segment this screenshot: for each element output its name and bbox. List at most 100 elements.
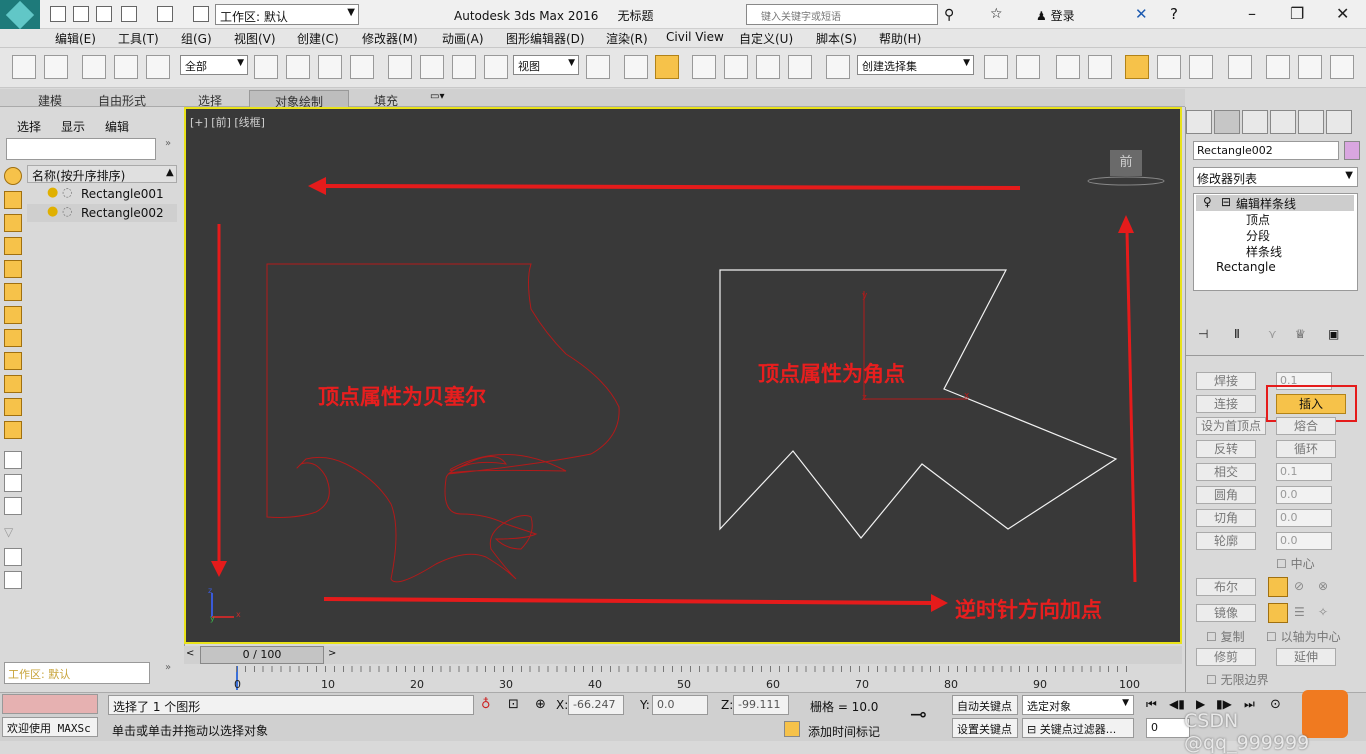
- reference-coordinate-dropdown[interactable]: 视图 ▼: [513, 55, 579, 75]
- restore-icon[interactable]: ❐: [1290, 4, 1304, 23]
- y-coordinate-field[interactable]: 0.0: [652, 695, 708, 715]
- display-spacewarps-icon[interactable]: [4, 306, 22, 324]
- stack-sub-spline[interactable]: 样条线: [1246, 243, 1282, 260]
- prev-frame-icon[interactable]: <: [186, 648, 194, 659]
- subtraction-icon[interactable]: ⊘: [1294, 579, 1304, 593]
- menu-create[interactable]: 创建(C): [297, 30, 339, 47]
- display-geometry-icon[interactable]: [4, 191, 22, 209]
- display-frozen-icon[interactable]: [4, 421, 22, 439]
- intersect-threshold-field[interactable]: 0.1: [1276, 463, 1332, 481]
- menu-views[interactable]: 视图(V): [234, 30, 276, 47]
- x-coordinate-field[interactable]: -66.247: [568, 695, 624, 715]
- reverse-button[interactable]: 反转: [1196, 440, 1256, 458]
- menu-rendering[interactable]: 渲染(R): [606, 30, 648, 47]
- search-input[interactable]: 键入关键字或短语: [746, 4, 938, 25]
- display-dependents-icon[interactable]: [4, 497, 22, 515]
- weld-button[interactable]: 焊接: [1196, 372, 1256, 390]
- scene-list-header[interactable]: 名称(按升序排序): [27, 165, 177, 183]
- cross-insert-button[interactable]: 相交: [1196, 463, 1256, 481]
- render-icon[interactable]: [1330, 55, 1354, 79]
- viewcube[interactable]: 前: [1110, 150, 1142, 176]
- chamfer-button[interactable]: 切角: [1196, 509, 1256, 527]
- make-first-button[interactable]: 设为首顶点: [1196, 417, 1266, 435]
- stack-base-rectangle[interactable]: Rectangle: [1216, 260, 1276, 274]
- menu-tools[interactable]: 工具(T): [118, 30, 159, 47]
- snap-3d-icon[interactable]: [692, 55, 716, 79]
- modify-tab-icon[interactable]: [1214, 110, 1240, 134]
- pin-stack-icon[interactable]: ⊣: [1198, 327, 1208, 341]
- display-children-icon[interactable]: [4, 451, 22, 469]
- spinner-snap-icon[interactable]: [788, 55, 812, 79]
- minimize-icon[interactable]: –: [1248, 4, 1256, 23]
- layer-dropdown[interactable]: 工作区: 默认: [4, 662, 150, 684]
- freeze-icon[interactable]: ◌: [62, 204, 72, 218]
- render-setup-icon[interactable]: [1266, 55, 1290, 79]
- go-to-start-icon[interactable]: ⏮: [1146, 697, 1157, 712]
- select-by-name-icon[interactable]: [286, 55, 310, 79]
- layer-explorer-icon[interactable]: [1056, 55, 1080, 79]
- light-bulb-icon[interactable]: ●: [47, 185, 58, 200]
- outline-width-field[interactable]: 0.0: [1276, 532, 1332, 550]
- align-icon[interactable]: [1016, 55, 1040, 79]
- named-selection-dropdown[interactable]: 创建选择集 ▼: [857, 55, 974, 75]
- place-icon[interactable]: [484, 55, 508, 79]
- binoculars-icon[interactable]: ⚲: [944, 7, 954, 23]
- light-bulb-icon[interactable]: ♀: [1203, 195, 1212, 209]
- menu-help[interactable]: 帮助(H): [879, 30, 921, 47]
- fillet-amount-field[interactable]: 0.0: [1276, 486, 1332, 504]
- selection-lock-icon[interactable]: ⊡: [508, 697, 519, 712]
- display-lights-icon[interactable]: [4, 237, 22, 255]
- display-influences-icon[interactable]: [4, 474, 22, 492]
- scale-icon[interactable]: [452, 55, 476, 79]
- open-file-icon[interactable]: [73, 6, 89, 22]
- menu-scripting[interactable]: 脚本(S): [816, 30, 857, 47]
- key-mode-dropdown[interactable]: 选定对象 ▼: [1022, 695, 1134, 715]
- window-crossing-icon[interactable]: [350, 55, 374, 79]
- menu-graph-editors[interactable]: 图形编辑器(D): [506, 30, 585, 47]
- sync-selection-icon[interactable]: [4, 548, 22, 566]
- curve-editor-icon[interactable]: [1157, 55, 1181, 79]
- rotate-icon[interactable]: [420, 55, 444, 79]
- create-tab-icon[interactable]: [1186, 110, 1212, 134]
- percent-snap-icon[interactable]: [756, 55, 780, 79]
- display-cameras-icon[interactable]: [4, 260, 22, 278]
- rendered-frame-icon[interactable]: [1298, 55, 1322, 79]
- collapse-icon[interactable]: ⊟: [1221, 195, 1231, 209]
- light-bulb-icon[interactable]: ●: [47, 204, 58, 219]
- copy-checkbox[interactable]: ☐ 复制: [1206, 628, 1245, 645]
- select-object-icon[interactable]: [254, 55, 278, 79]
- make-unique-icon[interactable]: ⋎: [1268, 327, 1277, 341]
- bezier-spline-shape[interactable]: [266, 263, 620, 583]
- stack-edit-spline[interactable]: 编辑样条线: [1236, 195, 1296, 212]
- next-frame-icon[interactable]: >: [328, 648, 336, 659]
- workspace-dropdown[interactable]: 工作区: 默认 ▼: [215, 4, 359, 25]
- menu-edit[interactable]: 编辑(E): [55, 30, 96, 47]
- link-icon[interactable]: [82, 55, 106, 79]
- object-color-swatch[interactable]: [1344, 141, 1360, 160]
- menu-civil-view[interactable]: Civil View: [666, 30, 724, 44]
- pivot-center-icon[interactable]: [586, 55, 610, 79]
- remove-modifier-icon[interactable]: ♕: [1295, 327, 1306, 341]
- mirror-both-icon[interactable]: ✧: [1318, 605, 1328, 619]
- redo-icon[interactable]: [157, 6, 173, 22]
- redo-icon[interactable]: [44, 55, 68, 79]
- display-tab-icon[interactable]: [1298, 110, 1324, 134]
- scene-search-input[interactable]: [6, 138, 156, 160]
- trim-button[interactable]: 修剪: [1196, 648, 1256, 666]
- extend-button[interactable]: 延伸: [1276, 648, 1336, 666]
- add-time-tag[interactable]: 添加时间标记: [808, 723, 880, 740]
- undo-icon[interactable]: [12, 55, 36, 79]
- scene-tab-select[interactable]: 选择: [17, 118, 41, 135]
- login-button[interactable]: ♟ 登录: [1036, 7, 1075, 24]
- menu-customize[interactable]: 自定义(U): [739, 30, 793, 47]
- menu-group[interactable]: 组(G): [181, 30, 212, 47]
- mirror-button[interactable]: 镜像: [1196, 604, 1256, 622]
- utilities-tab-icon[interactable]: [1326, 110, 1352, 134]
- edit-named-selection-icon[interactable]: [826, 55, 850, 79]
- layer-manager-icon[interactable]: [1088, 55, 1112, 79]
- stack-sub-segment[interactable]: 分段: [1246, 227, 1270, 244]
- display-all-icon[interactable]: [4, 167, 22, 185]
- time-slider-thumb[interactable]: 0 / 100: [200, 646, 324, 664]
- next-key-icon[interactable]: ▮▶: [1216, 697, 1232, 711]
- connect-button[interactable]: 连接: [1196, 395, 1256, 413]
